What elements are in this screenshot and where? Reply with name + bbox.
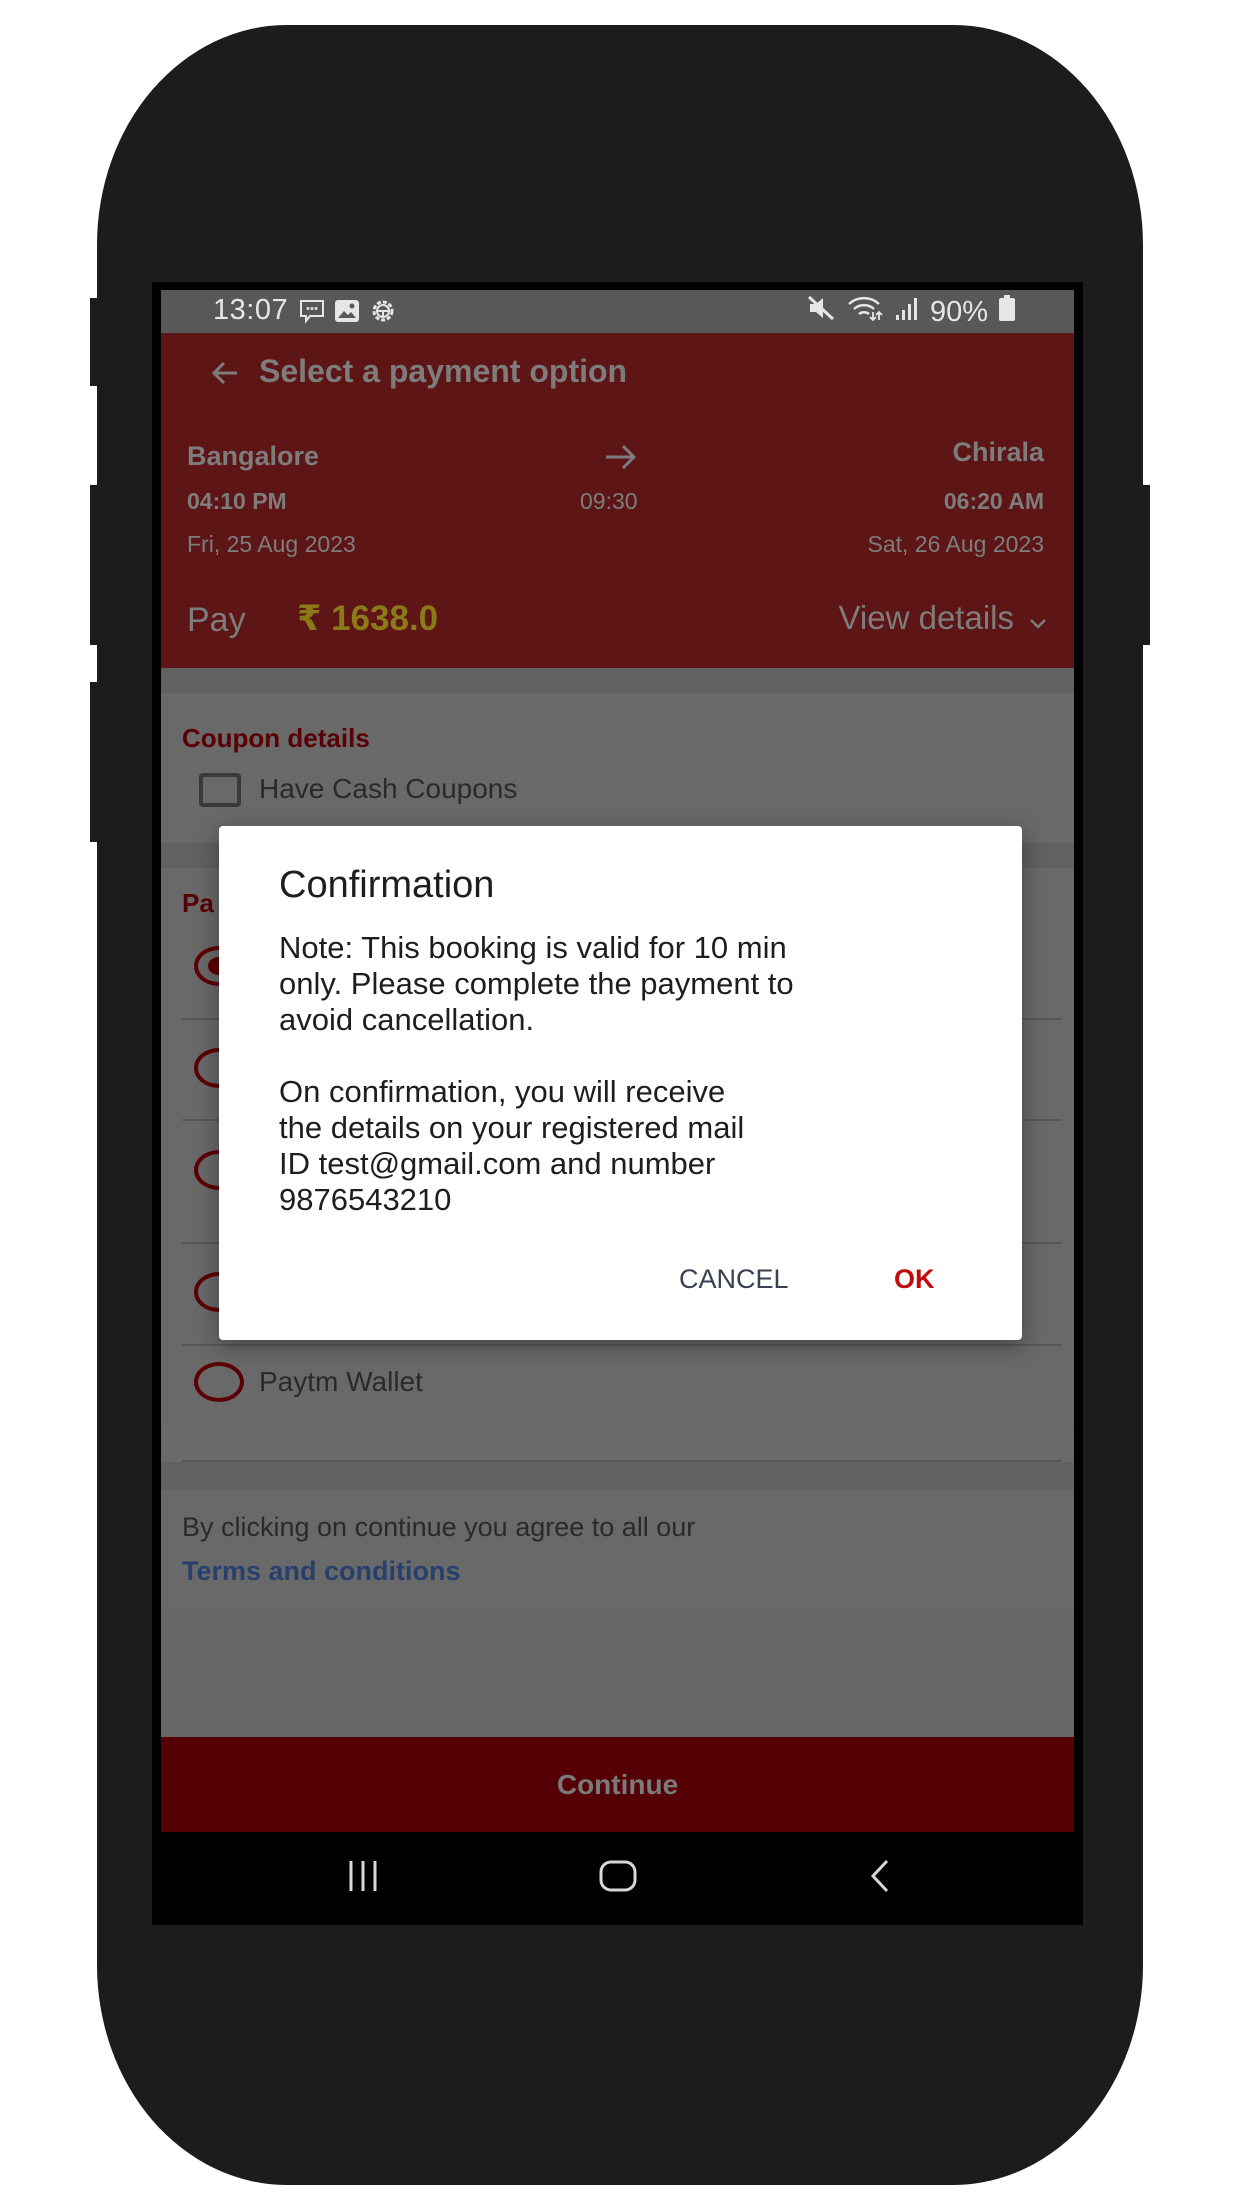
signal-icon	[894, 295, 920, 329]
cash-coupon-checkbox[interactable]	[199, 773, 241, 807]
section-gap	[161, 668, 1074, 693]
settings-icon	[368, 298, 398, 324]
cash-coupon-label[interactable]: Have Cash Coupons	[259, 773, 517, 805]
continue-button[interactable]: Continue	[161, 1737, 1074, 1832]
volume-up-button	[90, 485, 100, 645]
home-icon[interactable]	[588, 1854, 648, 1898]
battery-icon	[998, 294, 1016, 330]
volume-down-button	[90, 682, 100, 842]
departure-date: Fri, 25 Aug 2023	[187, 531, 356, 557]
pay-amount: ₹ 1638.0	[297, 599, 439, 638]
cancel-button[interactable]: CANCEL	[679, 1264, 789, 1295]
route-arrow-icon	[603, 441, 639, 473]
back-icon[interactable]	[850, 1854, 910, 1898]
dialog-message: Note: This booking is valid for 10 min o…	[279, 930, 794, 1217]
paytm-wallet-radio[interactable]	[194, 1362, 244, 1402]
payment-section-title: Pa	[182, 888, 214, 918]
page-title: Select a payment option	[259, 353, 628, 389]
terms-link[interactable]: Terms and conditions	[182, 1556, 461, 1587]
mute-icon	[806, 294, 836, 330]
battery-percent: 90%	[929, 295, 988, 328]
power-button	[1140, 485, 1150, 645]
android-nav-bar	[161, 1832, 1074, 1920]
side-button	[90, 298, 100, 386]
recent-apps-icon[interactable]	[333, 1854, 393, 1898]
trip-header: Select a payment option Bangalore Chiral…	[161, 333, 1074, 668]
to-city: Chirala	[952, 437, 1044, 467]
status-right-cluster: 90%	[806, 294, 1016, 330]
confirmation-dialog: Confirmation Note: This booking is valid…	[219, 826, 1022, 1340]
paytm-wallet-label[interactable]: Paytm Wallet	[259, 1366, 423, 1398]
arrival-time: 06:20 AM	[943, 488, 1044, 514]
from-city: Bangalore	[187, 441, 320, 471]
dialog-title: Confirmation	[279, 864, 495, 906]
coupon-section-title: Coupon details	[182, 723, 370, 753]
message-icon	[297, 298, 327, 324]
status-bar: 13:07 90%	[161, 290, 1074, 333]
pay-label: Pay	[187, 601, 246, 639]
terms-card: By clicking on continue you agree to all…	[161, 1490, 1074, 1610]
chevron-down-icon[interactable]	[1028, 617, 1048, 631]
image-icon	[333, 298, 361, 324]
status-time: 13:07	[213, 294, 289, 326]
journey-duration: 09:30	[580, 488, 638, 514]
arrival-date: Sat, 26 Aug 2023	[867, 531, 1045, 557]
empty-space	[161, 1610, 1074, 1737]
view-details-link[interactable]: View details	[839, 599, 1015, 637]
coupon-card: Coupon details Have Cash Coupons	[161, 693, 1074, 843]
terms-text: By clicking on continue you agree to all…	[182, 1512, 696, 1542]
back-arrow-icon[interactable]	[207, 355, 243, 391]
wifi-icon	[846, 294, 884, 330]
paytm-row[interactable]: Paytm Wallet	[161, 1330, 1074, 1462]
section-gap	[161, 1462, 1074, 1490]
departure-time: 04:10 PM	[187, 488, 287, 514]
ok-button[interactable]: OK	[894, 1264, 935, 1295]
